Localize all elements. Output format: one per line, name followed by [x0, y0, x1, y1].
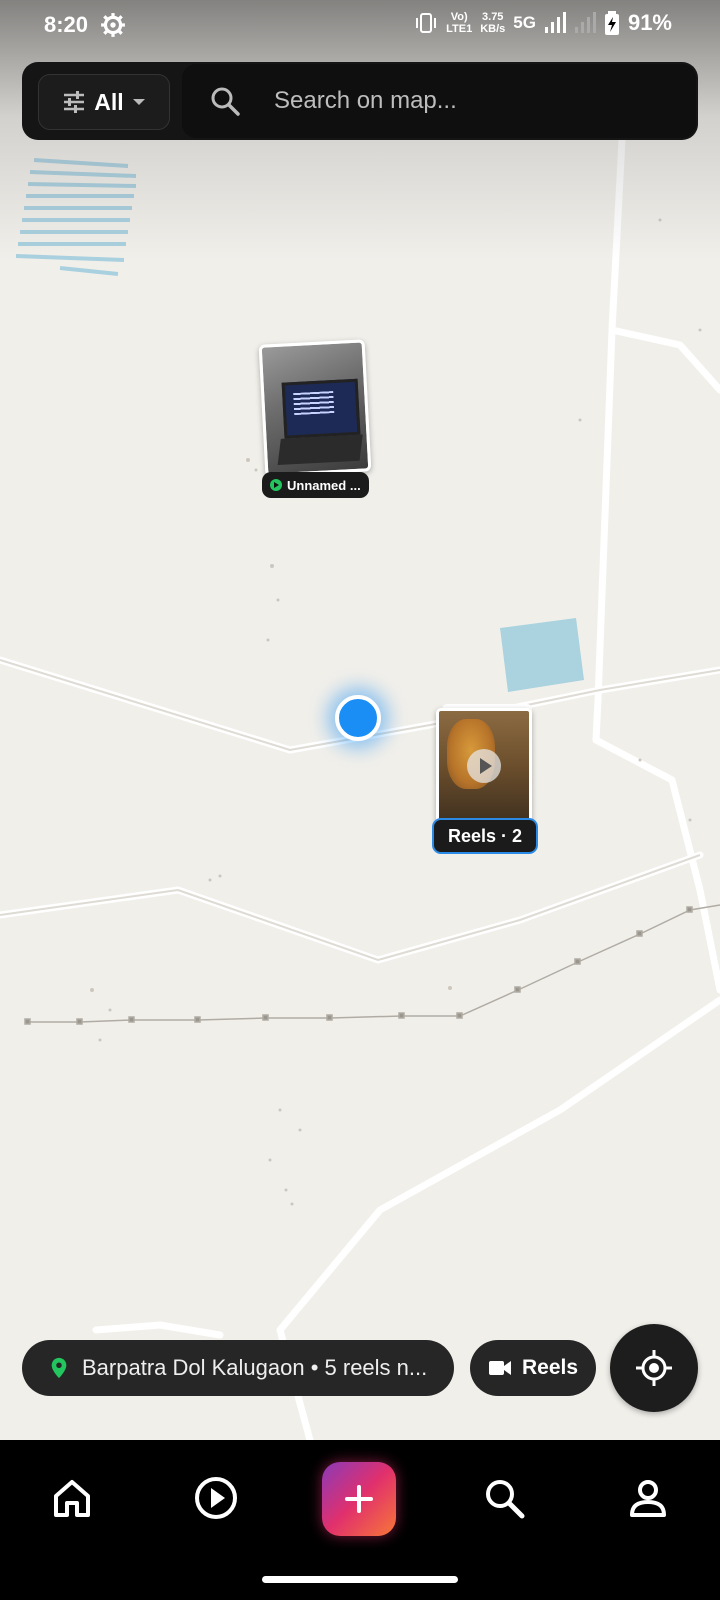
- search-field[interactable]: [182, 64, 696, 138]
- nav-home[interactable]: [44, 1470, 100, 1526]
- map-marker-unnamed[interactable]: [258, 339, 372, 477]
- filter-button[interactable]: All: [38, 74, 170, 130]
- bottom-navigation: [0, 1440, 720, 1600]
- filter-sliders-icon: [64, 91, 85, 113]
- marker-label-text: Reels · 2: [448, 825, 523, 846]
- keyboard-image: [277, 434, 363, 466]
- search-input[interactable]: [272, 78, 676, 124]
- chevron-down-icon: [132, 99, 145, 105]
- search-icon: [211, 87, 240, 116]
- create-plus-icon: [345, 1485, 373, 1513]
- profile-icon: [630, 1480, 666, 1517]
- water-area: [500, 618, 584, 692]
- gear-icon: [101, 13, 125, 37]
- filter-label: All: [94, 88, 124, 115]
- status-time: 8:20: [44, 12, 89, 37]
- my-location-button[interactable]: [610, 1324, 698, 1412]
- reels-play-icon: [195, 1477, 237, 1519]
- marker-label-text: Unnamed ...: [287, 477, 361, 493]
- marker-thumbnail: [258, 339, 372, 477]
- crosshair-icon: [636, 1350, 672, 1386]
- battery-icon: [604, 11, 619, 35]
- battery-percent: 91%: [627, 10, 672, 35]
- nav-search[interactable]: [476, 1470, 532, 1526]
- network-type: 5G: [513, 13, 536, 32]
- play-icon: [270, 479, 282, 491]
- status-bar: 8:20 Vo) LTE1 3.75 KB/s 5G 91%: [0, 0, 720, 50]
- marker-thumbnail: [436, 708, 532, 826]
- marker-label-reels[interactable]: Reels · 2: [432, 818, 539, 854]
- nav-reels[interactable]: [188, 1470, 244, 1526]
- search-icon: [486, 1480, 525, 1519]
- signal-icon: [544, 12, 566, 33]
- home-icon: [54, 1480, 90, 1517]
- home-indicator[interactable]: [262, 1576, 458, 1583]
- location-text: Barpatra Dol Kalugaon • 5 reels n...: [82, 1355, 428, 1380]
- create-button[interactable]: [322, 1462, 396, 1536]
- nav-profile[interactable]: [620, 1470, 676, 1526]
- network-speed: 3.75 KB/s: [480, 11, 506, 35]
- laptop-image: [281, 378, 361, 439]
- reels-button[interactable]: Reels: [470, 1340, 596, 1396]
- map-search-bar: All: [22, 62, 698, 140]
- vibrate-icon: [416, 13, 437, 33]
- video-camera-icon: [488, 1361, 511, 1375]
- play-icon: [467, 749, 501, 783]
- map-marker-reels-cluster[interactable]: [436, 704, 532, 826]
- volte-indicator: Vo) LTE1: [446, 11, 473, 35]
- signal-icon-2: [574, 12, 596, 33]
- marker-label-unnamed[interactable]: Unnamed ...: [262, 472, 369, 498]
- user-location-dot: [335, 695, 381, 741]
- location-info-pill[interactable]: Barpatra Dol Kalugaon • 5 reels n...: [22, 1340, 454, 1396]
- location-pin-icon: [51, 1357, 67, 1379]
- reels-button-label: Reels: [521, 1356, 579, 1379]
